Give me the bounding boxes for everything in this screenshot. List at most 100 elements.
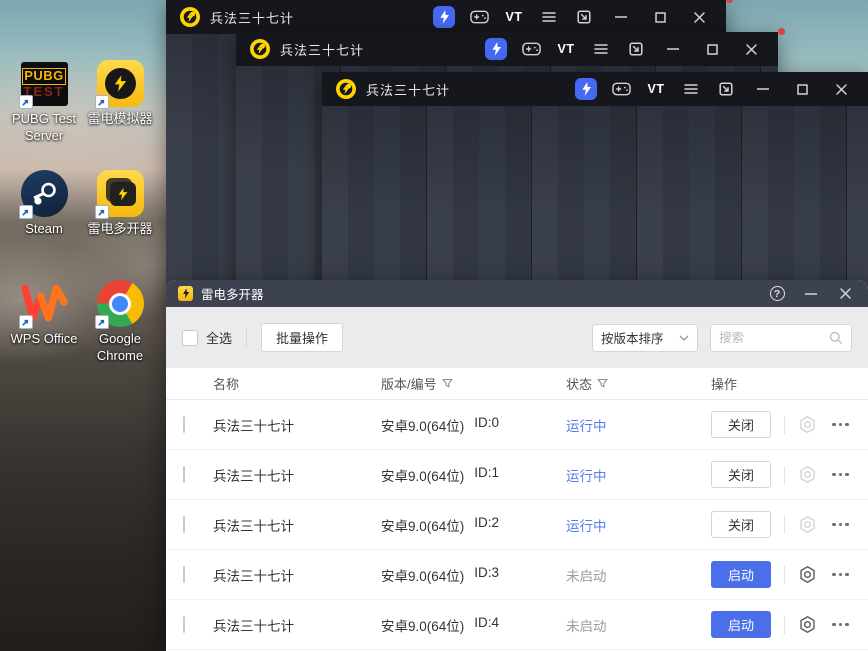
action-divider (784, 465, 785, 484)
android-version: 安卓9.0(64位) (381, 568, 465, 584)
sort-dropdown[interactable]: 按版本排序 (592, 323, 698, 352)
filter-funnel-icon[interactable] (442, 378, 453, 389)
more-options-button[interactable] (832, 572, 849, 577)
shortcut-arrow-icon (94, 205, 109, 219)
row-checkbox[interactable] (183, 566, 185, 583)
start-stop-button[interactable]: 启动 (711, 561, 771, 588)
action-divider (784, 565, 785, 584)
vt-button[interactable]: VT (643, 76, 669, 102)
instance-table-body: 兵法三十七计 安卓9.0(64位) ID:0 运行中 关闭 兵法三十七计 安卓9… (166, 400, 868, 650)
desktop-icon-ldplayer[interactable]: 雷电模拟器 (76, 60, 164, 128)
action-divider (784, 515, 785, 534)
boost-mode-button[interactable] (483, 36, 509, 62)
emulator-titlebar: 兵法三十七计 VT (166, 0, 733, 34)
start-stop-button[interactable]: 关闭 (711, 511, 771, 538)
more-options-button[interactable] (832, 422, 849, 427)
desktop-icon-pubg-test[interactable]: PUBG TEST PUBG Test Server (0, 60, 88, 145)
instance-row: 兵法三十七计 安卓9.0(64位) ID:1 运行中 关闭 (166, 450, 868, 500)
close-button[interactable] (736, 36, 766, 62)
menu-button[interactable] (536, 4, 562, 30)
keymapping-button[interactable] (518, 36, 544, 62)
batch-operations-button[interactable]: 批量操作 (261, 323, 344, 352)
settings-gear-button[interactable] (798, 615, 817, 634)
boost-mode-button[interactable] (573, 76, 599, 102)
row-checkbox[interactable] (183, 616, 185, 633)
shortcut-arrow-icon (94, 95, 109, 109)
vt-button[interactable]: VT (501, 0, 733, 30)
start-stop-button[interactable]: 关闭 (711, 461, 771, 488)
settings-gear-button[interactable] (798, 565, 817, 584)
start-stop-button[interactable]: 关闭 (711, 411, 771, 438)
settings-gear-button[interactable] (798, 515, 817, 534)
gamepad-icon (469, 10, 489, 24)
toolbar-divider (246, 327, 248, 348)
header-status[interactable]: 状态 (566, 374, 711, 393)
minimize-button[interactable] (748, 76, 778, 102)
keymapping-button[interactable] (466, 4, 492, 30)
minimize-button[interactable] (658, 36, 688, 62)
minimize-button[interactable] (796, 280, 826, 307)
help-icon: ? (769, 286, 785, 301)
instance-status: 未启动 (566, 618, 607, 634)
vt-label: VT (505, 10, 523, 24)
settings-gear-button[interactable] (798, 465, 817, 484)
gamepad-icon (521, 42, 541, 56)
help-button[interactable]: ? (762, 280, 792, 307)
boost-mode-button[interactable] (431, 4, 457, 30)
minimize-icon (757, 88, 769, 90)
row-checkbox[interactable] (183, 466, 185, 483)
settings-gear-button[interactable] (798, 415, 817, 434)
vt-button[interactable]: VT (553, 28, 785, 62)
minimize-button[interactable] (606, 4, 636, 30)
more-options-button[interactable] (832, 472, 849, 477)
manager-toolbar: 全选 批量操作 按版本排序 (166, 307, 868, 368)
keymapping-button[interactable] (608, 76, 634, 102)
close-button[interactable] (830, 280, 860, 307)
resize-window-button[interactable] (571, 4, 597, 30)
action-divider (784, 415, 785, 434)
close-button[interactable] (826, 76, 856, 102)
maximize-icon (706, 43, 718, 55)
maximize-button[interactable] (645, 4, 675, 30)
header-status-label: 状态 (566, 377, 593, 392)
instance-name: 兵法三十七计 (213, 568, 294, 584)
desktop-icon-label: 雷电多开器 (87, 221, 153, 236)
more-options-button[interactable] (832, 522, 849, 527)
maximize-button[interactable] (697, 36, 727, 62)
menu-button[interactable] (678, 76, 704, 102)
maximize-button[interactable] (787, 76, 817, 102)
start-stop-button[interactable]: 启动 (711, 611, 771, 638)
instance-id: ID:2 (474, 514, 500, 530)
search-box[interactable] (710, 323, 852, 352)
row-checkbox[interactable] (183, 416, 185, 433)
android-version: 安卓9.0(64位) (381, 518, 465, 534)
emulator-window-3: 兵法三十七计 VT (322, 72, 868, 302)
instance-actions: 关闭 (711, 411, 868, 438)
pubg-logo-text: PUBG (22, 68, 66, 85)
menu-button[interactable] (588, 36, 614, 62)
close-button[interactable] (684, 4, 714, 30)
desktop-icon-ld-multiplayer[interactable]: 雷电多开器 (76, 170, 164, 238)
desktop-icon-label: WPS Office (10, 331, 78, 346)
instance-row: 兵法三十七计 安卓9.0(64位) ID:2 运行中 关闭 (166, 500, 868, 550)
desktop-icon-chrome[interactable]: Google Chrome (76, 280, 164, 365)
sort-dropdown-value: 按版本排序 (601, 332, 664, 346)
notification-dot (778, 28, 785, 35)
lightning-boost-icon (485, 38, 507, 60)
filter-funnel-icon[interactable] (597, 378, 608, 389)
manager-window-title: 雷电多开器 (201, 288, 264, 302)
manager-titlebar: 雷电多开器 ? (166, 280, 868, 307)
row-checkbox[interactable] (183, 516, 185, 533)
desktop-icon-steam[interactable]: Steam (0, 170, 88, 238)
header-version[interactable]: 版本/编号 (381, 374, 566, 393)
instance-status: 运行中 (566, 468, 607, 484)
instance-id: ID:4 (474, 614, 500, 630)
ldplayer-logo-icon (336, 79, 356, 99)
resize-window-button[interactable] (623, 36, 649, 62)
desktop-icon-wps[interactable]: WPS Office (0, 280, 88, 348)
search-input[interactable] (719, 330, 829, 345)
more-options-button[interactable] (832, 622, 849, 627)
resize-window-button[interactable] (713, 76, 739, 102)
resize-arrow-icon (719, 82, 733, 96)
select-all-checkbox[interactable] (182, 329, 198, 346)
